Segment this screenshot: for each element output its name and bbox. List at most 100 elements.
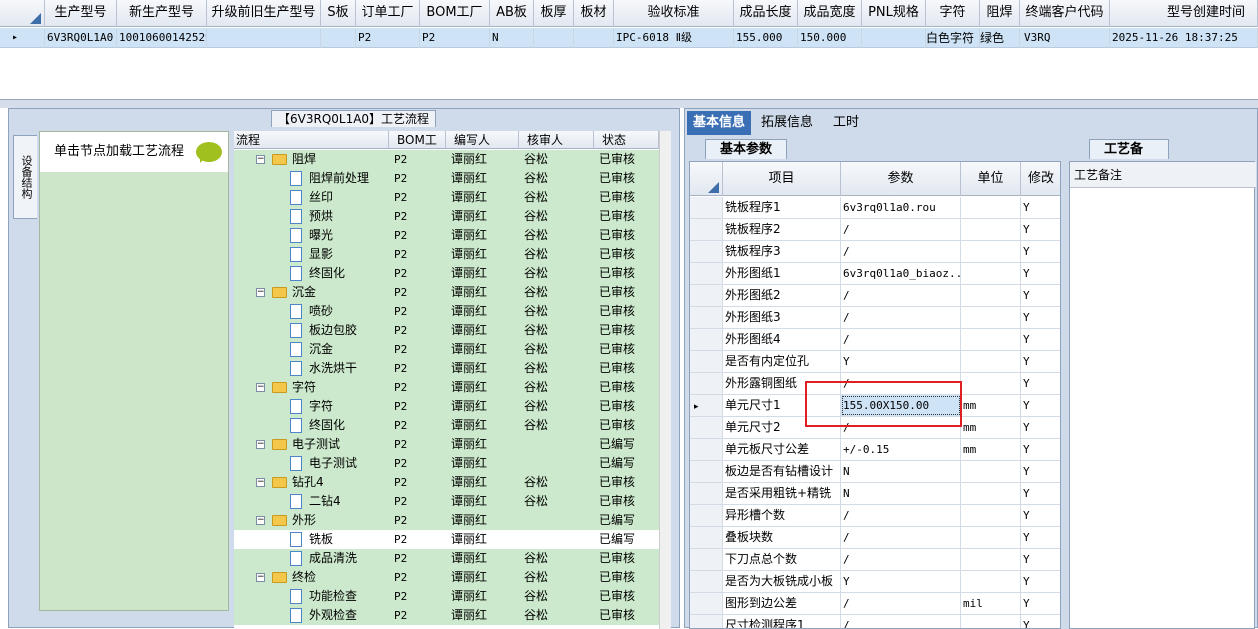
tree-row[interactable]: − 外形 P2 谭丽红 已编写 <box>234 511 659 530</box>
param-row[interactable]: 外形图纸3/ Y <box>690 307 1060 329</box>
param-row[interactable]: 外形图纸4/ Y <box>690 329 1060 351</box>
cell[interactable]: 2025-11-26 18:37:25 <box>1110 28 1258 48</box>
table-row[interactable]: ▸ 6V3RQ0L1A0 10010600142529 P2 P2 N IPC-… <box>0 28 1258 48</box>
param-value[interactable]: / <box>841 527 961 548</box>
cell[interactable]: 白色字符 <box>926 28 980 48</box>
col-header[interactable]: 单位 <box>961 162 1021 196</box>
param-modify[interactable]: Y <box>1021 439 1060 460</box>
collapse-icon[interactable]: − <box>256 573 265 582</box>
tab-device-structure[interactable]: 设备结构 <box>13 135 37 219</box>
param-value[interactable]: / <box>841 593 961 614</box>
tree-row[interactable]: 成品清洗 P2 谭丽红 谷松 已审核 <box>234 549 659 568</box>
collapse-icon[interactable]: − <box>256 516 265 525</box>
param-value[interactable]: 6v3rq0l1a0_biaoz... <box>841 263 961 284</box>
col-header[interactable]: 项目 <box>723 162 841 196</box>
param-modify[interactable]: Y <box>1021 329 1060 350</box>
param-row[interactable]: 单元板尺寸公差 +/-0.15 mm Y <box>690 439 1060 461</box>
tree-row[interactable]: − 字符 P2 谭丽红 谷松 已审核 <box>234 378 659 397</box>
tree-row[interactable]: − 沉金 P2 谭丽红 谷松 已审核 <box>234 283 659 302</box>
tree-row[interactable]: 喷砂 P2 谭丽红 谷松 已审核 <box>234 302 659 321</box>
col-header[interactable]: PNL规格 <box>862 0 926 27</box>
col-header[interactable]: 字符 <box>926 0 980 27</box>
col-header[interactable]: 核审人 <box>519 131 594 149</box>
tab-process-memo[interactable]: 工艺备注 <box>1089 139 1169 177</box>
tree-row[interactable]: 阻焊前处理 P2 谭丽红 谷松 已审核 <box>234 169 659 188</box>
param-row[interactable]: 异形槽个数 / Y <box>690 505 1060 527</box>
param-value[interactable]: / <box>841 307 961 328</box>
col-header[interactable]: BOM工厂 <box>389 131 446 165</box>
param-row[interactable]: 是否有内定位孔 Y Y <box>690 351 1060 373</box>
tree-row[interactable]: − 电子测试 P2 谭丽红 已编写 <box>234 435 659 454</box>
col-header[interactable]: S板 <box>321 0 356 27</box>
param-row[interactable]: 图形到边公差 / mil Y <box>690 593 1060 615</box>
param-row[interactable]: 外形图纸2/ Y <box>690 285 1060 307</box>
col-header[interactable]: 板厚 <box>534 0 574 27</box>
param-value[interactable]: / <box>841 285 961 306</box>
col-header[interactable]: 状态 <box>594 131 659 149</box>
param-modify[interactable]: Y <box>1021 593 1060 614</box>
collapse-icon[interactable]: − <box>256 288 265 297</box>
tree-row[interactable]: 沉金 P2 谭丽红 谷松 已审核 <box>234 340 659 359</box>
col-header[interactable]: 终端客户代码 <box>1020 0 1110 27</box>
param-modify[interactable]: Y <box>1021 549 1060 570</box>
param-value[interactable]: N <box>841 483 961 504</box>
tree-row[interactable]: 预烘 P2 谭丽红 谷松 已审核 <box>234 207 659 226</box>
col-header[interactable]: 修改 <box>1021 162 1060 196</box>
tree-row[interactable]: 功能检查 P2 谭丽红 谷松 已审核 <box>234 587 659 606</box>
param-modify[interactable]: Y <box>1021 483 1060 504</box>
param-value[interactable]: / <box>841 241 961 262</box>
tree-row[interactable]: 字符 P2 谭丽红 谷松 已审核 <box>234 397 659 416</box>
collapse-icon[interactable]: − <box>256 478 265 487</box>
cell[interactable] <box>321 28 356 48</box>
horizontal-splitter[interactable] <box>0 100 1258 108</box>
cell[interactable]: 155.000 <box>734 28 798 48</box>
param-value[interactable]: / <box>841 615 961 628</box>
cell[interactable]: P2 <box>420 28 490 48</box>
param-value[interactable]: / <box>841 219 961 240</box>
param-modify[interactable]: Y <box>1021 241 1060 262</box>
collapse-icon[interactable]: − <box>256 155 265 164</box>
col-header[interactable]: 型号创建时间 <box>1110 0 1258 27</box>
cell[interactable] <box>574 28 614 48</box>
param-modify[interactable]: Y <box>1021 571 1060 592</box>
col-header[interactable]: 板材 <box>574 0 614 27</box>
col-header[interactable]: 成品长度 <box>734 0 798 27</box>
param-value[interactable]: N <box>841 461 961 482</box>
param-modify[interactable]: Y <box>1021 527 1060 548</box>
param-modify[interactable]: Y <box>1021 505 1060 526</box>
param-value[interactable]: +/-0.15 <box>841 439 961 460</box>
param-modify[interactable]: Y <box>1021 351 1060 372</box>
collapse-icon[interactable]: − <box>256 383 265 392</box>
param-modify[interactable]: Y <box>1021 197 1060 218</box>
cell[interactable]: N <box>490 28 534 48</box>
col-header[interactable]: BOM工厂 <box>420 0 490 27</box>
tab-basic-params[interactable]: 基本参数 <box>705 139 788 159</box>
tree-row[interactable]: 终固化 P2 谭丽红 谷松 已审核 <box>234 416 659 435</box>
col-header[interactable]: 新生产型号 <box>117 0 207 27</box>
col-header[interactable]: 成品宽度 <box>798 0 862 27</box>
grid-corner[interactable] <box>0 0 45 27</box>
tab-basic-info[interactable]: 基本信息 <box>687 111 751 135</box>
cell[interactable] <box>207 28 321 48</box>
param-value[interactable]: 6v3rq0l1a0.rou <box>841 197 961 218</box>
param-modify[interactable]: Y <box>1021 373 1060 394</box>
param-modify[interactable]: Y <box>1021 615 1060 628</box>
tree-row[interactable]: 丝印 P2 谭丽红 谷松 已审核 <box>234 188 659 207</box>
cell[interactable]: P2 <box>356 28 420 48</box>
collapse-icon[interactable]: − <box>256 440 265 449</box>
cell[interactable]: IPC-6018 Ⅱ级 <box>614 28 734 48</box>
params-corner[interactable] <box>690 162 723 196</box>
param-row[interactable]: 是否采用粗铣+精铣 N Y <box>690 483 1060 505</box>
param-modify[interactable]: Y <box>1021 285 1060 306</box>
param-value[interactable]: Y <box>841 351 961 372</box>
tree-row[interactable]: − 阻焊 P2 谭丽红 谷松 已审核 <box>234 150 659 169</box>
col-header[interactable]: 验收标准 <box>614 0 734 27</box>
param-value[interactable]: / <box>841 549 961 570</box>
tree-row[interactable]: − 终检 P2 谭丽红 谷松 已审核 <box>234 568 659 587</box>
tree-row[interactable]: 水洗烘干 P2 谭丽红 谷松 已审核 <box>234 359 659 378</box>
col-header[interactable]: 流程 <box>234 131 389 149</box>
col-header[interactable]: 参数 <box>841 162 961 196</box>
tree-row[interactable]: 曝光 P2 谭丽红 谷松 已审核 <box>234 226 659 245</box>
cell[interactable]: 绿色 <box>980 28 1020 48</box>
tab-extended-info[interactable]: 拓展信息 <box>755 111 819 135</box>
